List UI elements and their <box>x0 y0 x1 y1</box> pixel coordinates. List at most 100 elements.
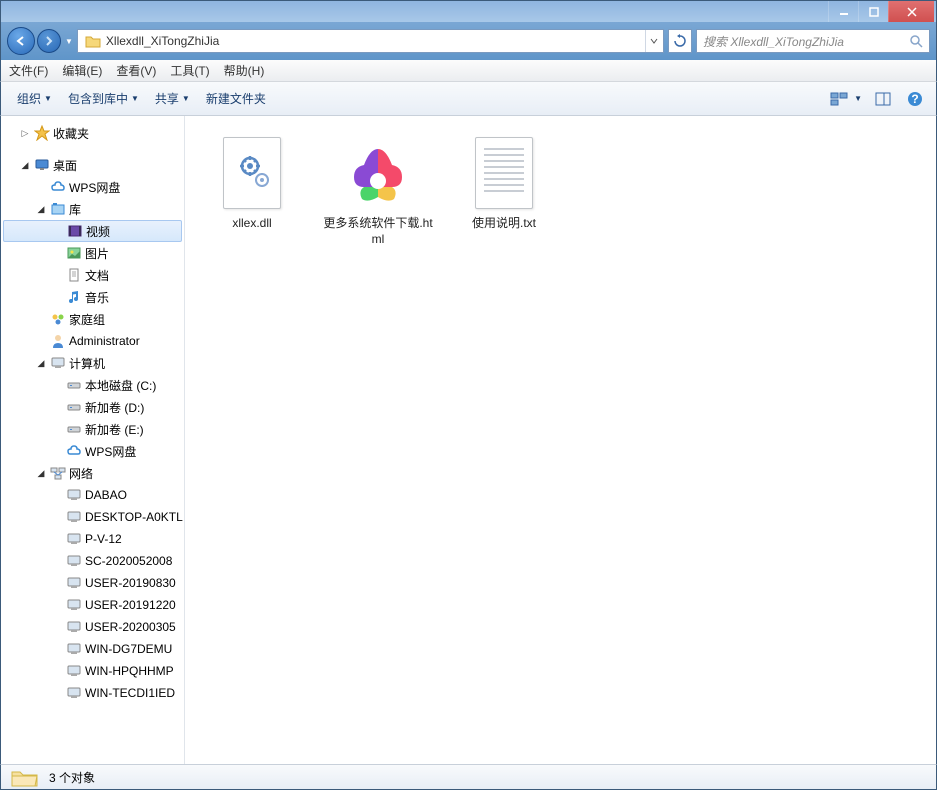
titlebar <box>0 0 937 22</box>
dll-file-icon <box>213 134 291 212</box>
preview-pane-button[interactable] <box>872 88 894 110</box>
file-name: 更多系统软件下载.html <box>323 216 433 247</box>
tree-network-computer[interactable]: USER-20200305 <box>1 616 184 638</box>
menu-edit[interactable]: 编辑(E) <box>62 62 102 79</box>
address-field[interactable]: Xllexdll_XiTongZhiJia <box>77 29 664 53</box>
computer-icon <box>65 486 83 504</box>
computer-icon <box>65 684 83 702</box>
tree-homegroup[interactable]: 家庭组 <box>1 308 184 330</box>
toolbar: 组织▼ 包含到库中▼ 共享▼ 新建文件夹 ▼ ? <box>0 82 937 116</box>
help-button[interactable]: ? <box>904 88 926 110</box>
tree-wps-drive[interactable]: WPS网盘 <box>1 440 184 462</box>
address-text: Xllexdll_XiTongZhiJia <box>106 34 645 48</box>
computer-icon <box>65 618 83 636</box>
status-text: 3 个对象 <box>49 769 95 786</box>
organize-button[interactable]: 组织▼ <box>11 88 58 109</box>
document-icon <box>65 266 83 284</box>
tree-network-computer[interactable]: WIN-DG7DEMU <box>1 638 184 660</box>
file-name: xllex.dll <box>232 216 271 232</box>
homegroup-icon <box>49 310 67 328</box>
computer-icon <box>65 530 83 548</box>
file-list[interactable]: xllex.dll 更多系统软件下载.html 使用说明.txt <box>185 116 936 764</box>
search-field[interactable]: 搜索 Xllexdll_XiTongZhiJia <box>696 29 930 53</box>
include-in-library-button[interactable]: 包含到库中▼ <box>62 88 145 109</box>
forward-button[interactable] <box>37 29 61 53</box>
share-button[interactable]: 共享▼ <box>149 88 196 109</box>
tree-favorites[interactable]: ▷ 收藏夹 <box>1 122 184 144</box>
tree-drive-e[interactable]: 新加卷 (E:) <box>1 418 184 440</box>
file-item-html[interactable]: 更多系统软件下载.html <box>319 130 437 251</box>
tree-pictures[interactable]: 图片 <box>1 242 184 264</box>
cloud-icon <box>49 178 67 196</box>
libraries-icon <box>49 200 67 218</box>
close-button[interactable] <box>888 1 934 22</box>
music-icon <box>65 288 83 306</box>
computer-icon <box>65 640 83 658</box>
collapse-icon[interactable]: ◢ <box>19 159 31 171</box>
address-bar: ▼ Xllexdll_XiTongZhiJia 搜索 Xllexdll_XiTo… <box>0 22 937 60</box>
tree-network[interactable]: ◢网络 <box>1 462 184 484</box>
refresh-button[interactable] <box>668 29 692 53</box>
star-icon <box>33 124 51 142</box>
tree-network-computer[interactable]: P-V-12 <box>1 528 184 550</box>
computer-icon <box>65 574 83 592</box>
computer-icon <box>65 662 83 680</box>
tree-network-computer[interactable]: DABAO <box>1 484 184 506</box>
collapse-icon[interactable]: ◢ <box>35 357 47 369</box>
tree-network-computer[interactable]: WIN-TECDI1IED <box>1 682 184 704</box>
maximize-button[interactable] <box>858 1 888 22</box>
tree-network-computer[interactable]: USER-20191220 <box>1 594 184 616</box>
tree-documents[interactable]: 文档 <box>1 264 184 286</box>
menu-tools[interactable]: 工具(T) <box>170 62 209 79</box>
chevron-down-icon: ▼ <box>182 94 190 103</box>
tree-drive-d[interactable]: 新加卷 (D:) <box>1 396 184 418</box>
desktop-icon <box>33 156 51 174</box>
menu-file[interactable]: 文件(F) <box>9 62 48 79</box>
chevron-down-icon: ▼ <box>131 94 139 103</box>
html-file-icon <box>339 134 417 212</box>
collapse-icon[interactable]: ◢ <box>35 467 47 479</box>
new-folder-button[interactable]: 新建文件夹 <box>200 88 272 109</box>
search-icon <box>909 34 923 48</box>
video-icon <box>66 222 84 240</box>
view-options-button[interactable] <box>828 88 850 110</box>
drive-icon <box>65 376 83 394</box>
svg-text:?: ? <box>911 92 918 106</box>
network-icon <box>49 464 67 482</box>
folder-icon <box>84 32 102 50</box>
tree-music[interactable]: 音乐 <box>1 286 184 308</box>
drive-icon <box>65 398 83 416</box>
computer-icon <box>65 508 83 526</box>
picture-icon <box>65 244 83 262</box>
tree-computer[interactable]: ◢计算机 <box>1 352 184 374</box>
file-name: 使用说明.txt <box>472 216 536 232</box>
tree-network-computer[interactable]: SC-2020052008 <box>1 550 184 572</box>
tree-network-computer[interactable]: WIN-HPQHHMP <box>1 660 184 682</box>
expand-icon[interactable]: ▷ <box>19 127 31 139</box>
menu-help[interactable]: 帮助(H) <box>224 62 265 79</box>
file-item-txt[interactable]: 使用说明.txt <box>445 130 563 236</box>
tree-admin[interactable]: Administrator <box>1 330 184 352</box>
tree-network-computer[interactable]: USER-20190830 <box>1 572 184 594</box>
collapse-icon[interactable]: ◢ <box>35 203 47 215</box>
minimize-button[interactable] <box>828 1 858 22</box>
tree-drive-c[interactable]: 本地磁盘 (C:) <box>1 374 184 396</box>
address-dropdown-icon[interactable] <box>645 30 661 52</box>
file-item-dll[interactable]: xllex.dll <box>193 130 311 236</box>
status-bar: 3 个对象 <box>0 764 937 790</box>
computer-icon <box>65 552 83 570</box>
tree-network-computer[interactable]: DESKTOP-A0KTL <box>1 506 184 528</box>
tree-desktop[interactable]: ◢ 桌面 <box>1 154 184 176</box>
tree-libraries[interactable]: ◢库 <box>1 198 184 220</box>
history-dropdown-icon[interactable]: ▼ <box>65 37 73 46</box>
menu-bar: 文件(F) 编辑(E) 查看(V) 工具(T) 帮助(H) <box>0 60 937 82</box>
chevron-down-icon[interactable]: ▼ <box>854 94 862 103</box>
tree-wps[interactable]: WPS网盘 <box>1 176 184 198</box>
tree-videos[interactable]: 视频 <box>3 220 182 242</box>
txt-file-icon <box>465 134 543 212</box>
cloud-icon <box>65 442 83 460</box>
computer-icon <box>65 596 83 614</box>
back-button[interactable] <box>7 27 35 55</box>
navigation-tree[interactable]: ▷ 收藏夹 ◢ 桌面 WPS网盘 ◢库 视频 图片 文档 音乐 家庭组 Admi… <box>1 116 185 764</box>
menu-view[interactable]: 查看(V) <box>116 62 156 79</box>
